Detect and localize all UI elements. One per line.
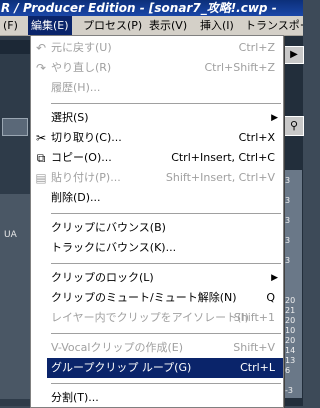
background-dropdown[interactable] [2,118,28,136]
menu-item-undo[interactable]: ↶ 元に戻す(U) Ctrl+Z [31,38,283,58]
redo-icon: ↷ [35,61,47,75]
meter-tick: -3 [285,386,293,395]
menu-item-split[interactable]: 分割(T)... [31,388,283,407]
search-icon[interactable]: ⚲ [284,116,304,136]
paste-icon: ▤ [35,171,47,185]
meter-tick: 3 [285,176,291,185]
meter-tick: 3 [285,236,291,245]
menu-item-select[interactable]: 選択(S) ▶ [31,108,283,128]
menu-item-redo[interactable]: ↷ やり直し(R) Ctrl+Shift+Z [31,58,283,78]
copy-icon: ⧉ [36,151,46,165]
edit-menu-dropdown: ↶ 元に戻す(U) Ctrl+Z ↷ やり直し(R) Ctrl+Shift+Z … [30,35,284,408]
scissors-icon: ✂ [35,131,47,145]
menu-item-isolate-clip[interactable]: レイヤー内でクリップをアイソレート(I) Shift+1 [31,308,283,328]
menu-item-clip-mute[interactable]: クリップのミュート/ミュート解除(N) Q [31,288,283,308]
menu-item-clip-lock[interactable]: クリップのロック(L) ▶ [31,268,283,288]
meter-tick: 20 [285,316,296,325]
window-titlebar: R / Producer Edition - [sonar7_攻略!.cwp - [0,0,303,16]
menu-separator [51,263,281,265]
menu-separator [51,103,281,105]
background-track-panel [0,194,30,399]
undo-icon: ↶ [35,41,47,55]
background-label: UA [4,230,17,240]
menubar: (F) 編集(E) プロセス(P) 表示(V) 挿入(I) トランスポー [0,16,303,36]
menu-item-cut[interactable]: ✂ 切り取り(C)... Ctrl+X [31,128,283,148]
meter-tick: 10 [285,326,296,335]
submenu-arrow-icon: ▶ [271,273,278,283]
meter-tick: 3 [285,256,291,265]
meter-tick: 20 [285,336,296,345]
menu-item-copy[interactable]: ⧉ コピー(O)... Ctrl+Insert, Ctrl+C [31,148,283,168]
menu-item-paste[interactable]: ▤ 貼り付け(P)... Shift+Insert, Ctrl+V [31,168,283,188]
background-toolbar-strip [0,40,30,54]
window-title: R / Producer Edition - [sonar7_攻略!.cwp - [1,1,277,15]
menu-insert[interactable]: 挿入(I) [197,16,237,35]
menu-separator [51,213,281,215]
meter-tick: 20 [285,296,296,305]
menu-edit[interactable]: 編集(E) [28,16,72,35]
menu-item-vvocal-create[interactable]: V-Vocalクリップの作成(E) Shift+V [31,338,283,358]
meter-tick: 14 [285,346,296,355]
menu-transport[interactable]: トランスポー [242,16,303,35]
menu-separator [51,383,281,385]
meter-tick: 3 [285,216,291,225]
menu-separator [51,333,281,335]
menu-process[interactable]: プロセス(P) [80,16,145,35]
play-icon[interactable]: ▶ [284,46,304,64]
meter-tick: 21 [285,306,296,315]
meter-tick: 13 [285,356,296,365]
menu-item-delete[interactable]: 削除(D)... [31,188,283,208]
submenu-arrow-icon: ▶ [271,113,278,123]
meter-tick: 6 [285,366,291,375]
meter-tick: 3 [285,196,291,205]
menu-view[interactable]: 表示(V) [146,16,190,35]
menu-file[interactable]: (F) [0,16,21,35]
menu-item-bounce-to-clip[interactable]: クリップにバウンス(B) [31,218,283,238]
menu-item-history[interactable]: 履歴(H)... [31,78,283,98]
menu-item-groove-clip-loop[interactable]: グループクリップ ループ(G) Ctrl+L [47,358,283,378]
menu-item-bounce-to-track[interactable]: トラックにバウンス(K)... [31,238,283,258]
